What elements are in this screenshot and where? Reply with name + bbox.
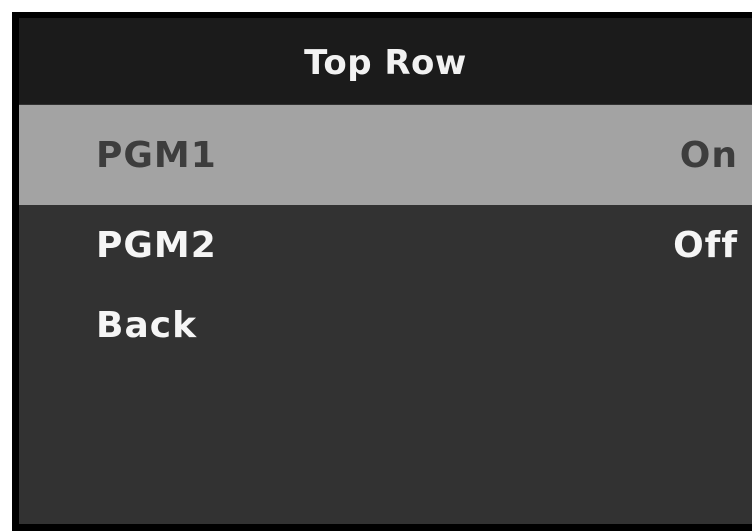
menu-item-label: PGM1 [96, 134, 217, 176]
device-screen: Top Row PGM1 On PGM2 Off Back [12, 12, 752, 531]
menu-item-back[interactable]: Back [19, 285, 752, 365]
menu-item-label: Back [96, 304, 198, 346]
menu-panel: Top Row PGM1 On PGM2 Off Back [19, 18, 752, 524]
menu-item-pgm1[interactable]: PGM1 On [19, 105, 752, 205]
menu-item-pgm2[interactable]: PGM2 Off [19, 205, 752, 285]
menu-item-label: PGM2 [96, 224, 217, 266]
menu-title-bar: Top Row [19, 18, 752, 104]
menu-item-value: On [679, 134, 738, 176]
menu-item-value: Off [673, 224, 738, 266]
menu-title: Top Row [304, 43, 467, 83]
